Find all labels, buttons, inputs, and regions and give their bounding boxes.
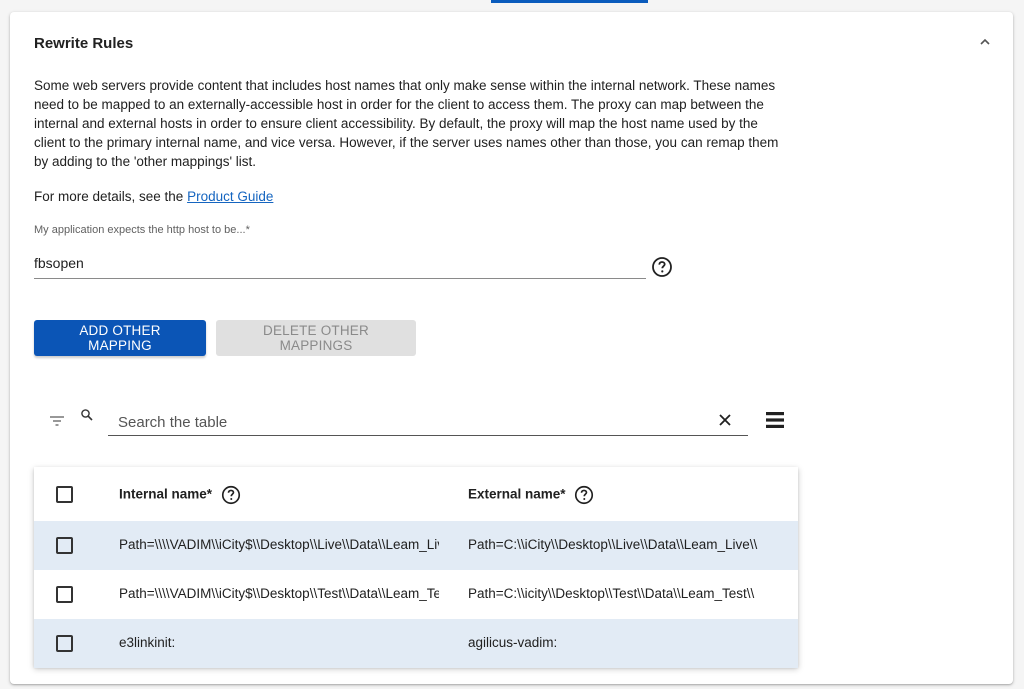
chevron-up-icon[interactable] <box>975 32 995 52</box>
help-icon[interactable] <box>573 484 595 506</box>
table-row[interactable]: Path=\\\\VADIM\\iCity$\\Desktop\\Test\\D… <box>34 570 798 619</box>
product-guide-link[interactable]: Product Guide <box>187 189 273 204</box>
table-row[interactable]: Path=\\\\VADIM\\iCity$\\Desktop\\Live\\D… <box>34 521 798 570</box>
active-tab-indicator <box>491 0 648 3</box>
http-host-label: My application expects the http host to … <box>34 224 250 236</box>
panel-title: Rewrite Rules <box>34 35 134 52</box>
row-checkbox[interactable] <box>56 586 73 603</box>
mappings-table: Internal name* External name* Path=\\\\V… <box>34 467 798 668</box>
internal-name-header: Internal name* <box>119 484 439 506</box>
internal-name-cell: Path=\\\\VADIM\\iCity$\\Desktop\\Live\\D… <box>119 537 439 552</box>
row-checkbox[interactable] <box>56 635 73 652</box>
filter-icon[interactable] <box>46 410 68 432</box>
table-header-row: Internal name* External name* <box>34 467 798 521</box>
panel-description: Some web servers provide content that in… <box>34 78 779 169</box>
external-name-cell: agilicus-vadim: <box>468 635 558 650</box>
help-icon[interactable] <box>650 255 674 279</box>
internal-name-header-label: Internal name* <box>119 486 213 502</box>
menu-icon[interactable] <box>764 409 786 431</box>
external-name-header: External name* <box>468 484 798 506</box>
internal-name-cell: e3linkinit: <box>119 635 176 650</box>
search-icon <box>81 409 93 421</box>
internal-name-cell: Path=\\\\VADIM\\iCity$\\Desktop\\Test\\D… <box>119 586 439 601</box>
external-name-header-label: External name* <box>468 486 566 502</box>
help-icon[interactable] <box>220 484 242 506</box>
external-name-cell: Path=C:\\icity\\Desktop\\Test\\Data\\Lea… <box>468 586 755 601</box>
details-prefix: For more details, see the <box>34 189 188 204</box>
delete-other-mappings-button[interactable]: DELETE OTHER MAPPINGS <box>216 320 416 356</box>
select-all-checkbox[interactable] <box>56 486 73 503</box>
rewrite-rules-panel: Rewrite Rules Some web servers provide c… <box>10 12 1013 684</box>
details-line: For more details, see the Product Guide <box>34 189 273 204</box>
http-host-input[interactable] <box>34 247 646 279</box>
row-checkbox[interactable] <box>56 537 73 554</box>
external-name-cell: Path=C:\\iCity\\Desktop\\Live\\Data\\Lea… <box>468 537 758 552</box>
table-search-bar <box>46 406 786 436</box>
add-other-mapping-button[interactable]: ADD OTHER MAPPING <box>34 320 206 356</box>
search-input[interactable] <box>108 406 748 436</box>
clear-icon[interactable] <box>716 411 734 429</box>
table-row[interactable]: e3linkinit: agilicus-vadim: <box>34 619 798 668</box>
